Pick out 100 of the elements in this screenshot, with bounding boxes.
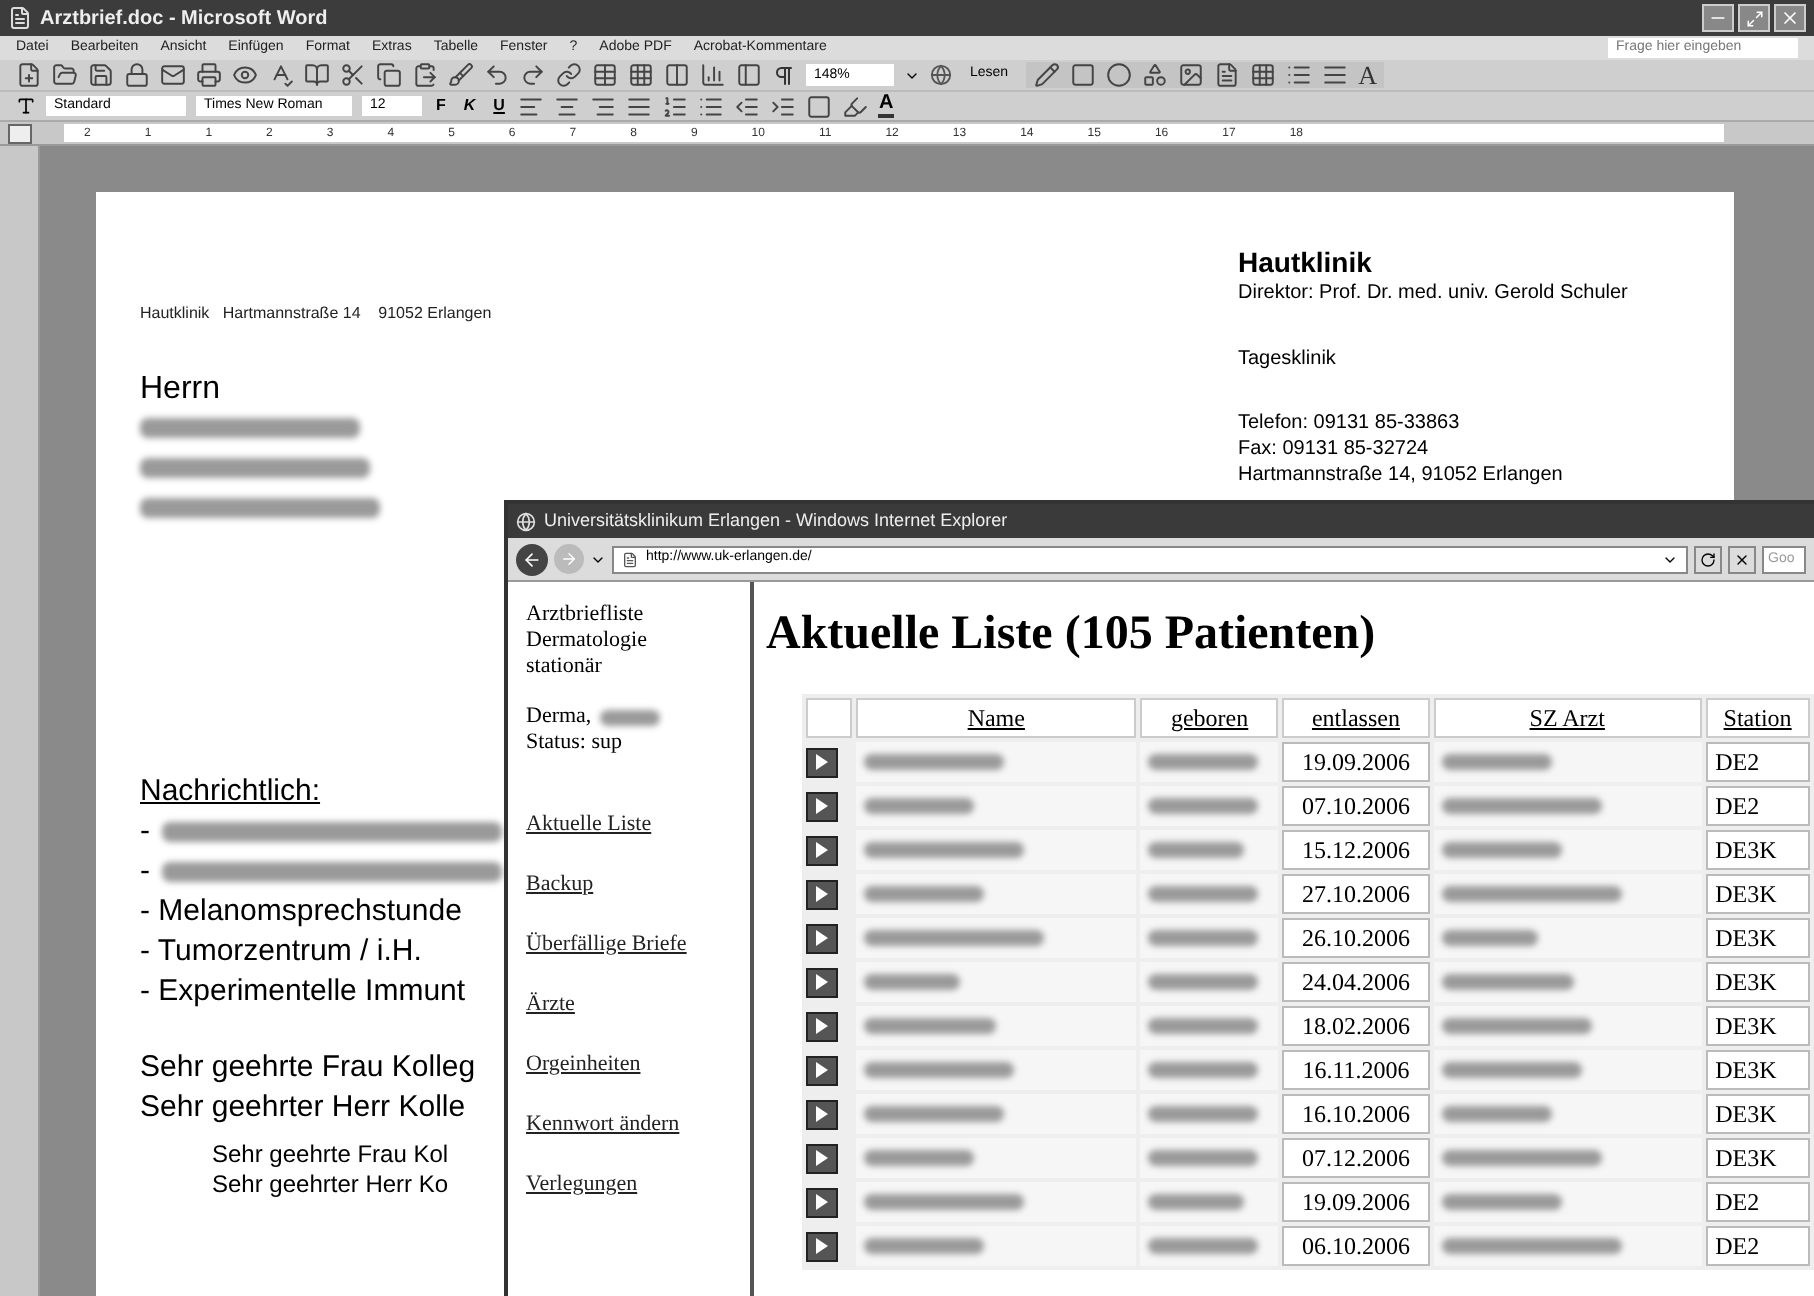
save-icon[interactable] [88, 62, 114, 88]
play-triangle-icon [816, 886, 828, 902]
word-document-icon [8, 6, 32, 30]
border-icon[interactable] [806, 93, 833, 119]
contact-line: Telefon: 09131 85-33863 [1238, 410, 1462, 436]
back-button[interactable] [516, 543, 548, 575]
mail-icon[interactable] [160, 62, 186, 88]
justify-icon[interactable] [626, 93, 653, 119]
tab-selector-icon[interactable] [8, 123, 32, 143]
sidebar-link[interactable]: Verlegungen [526, 1172, 750, 1198]
sidebar-link[interactable]: Ärzte [526, 992, 750, 1018]
copy-icon[interactable] [376, 62, 402, 88]
underline-button[interactable]: U [489, 94, 509, 118]
table-icon[interactable] [592, 62, 618, 88]
columns-icon[interactable] [664, 62, 690, 88]
circle-icon[interactable] [1106, 62, 1133, 88]
align-center-icon[interactable] [554, 93, 581, 119]
table-cell: DE3K [1705, 1006, 1810, 1046]
spellcheck-icon[interactable] [268, 62, 294, 88]
sidebar-link[interactable]: Aktuelle Liste [526, 812, 750, 838]
table-cell: DE3K [1705, 962, 1810, 1002]
pencil-icon[interactable] [1034, 62, 1061, 88]
chart-icon[interactable] [700, 62, 726, 88]
list-dash: - [140, 851, 150, 892]
table-cell: DE2 [1705, 1182, 1810, 1222]
forward-arrow-icon [560, 550, 578, 568]
play-triangle-icon [816, 798, 828, 814]
close-icon [1780, 8, 1800, 28]
lock-icon[interactable] [124, 62, 150, 88]
table-cell: DE3K [1705, 1050, 1810, 1090]
lines-icon[interactable] [1322, 62, 1349, 88]
grid-icon[interactable] [628, 62, 654, 88]
grid-icon[interactable] [1250, 62, 1277, 88]
italic-button[interactable]: K [459, 94, 480, 118]
blurred-text [1148, 886, 1259, 902]
indent-icon[interactable] [770, 93, 797, 119]
minimize-button[interactable] [1702, 4, 1734, 32]
sidebar-link[interactable]: Kennwort ändern [526, 1112, 750, 1138]
table-cell: DE3K [1705, 874, 1810, 914]
print-icon[interactable] [196, 62, 222, 88]
blurred-text [864, 974, 961, 990]
open-row-button[interactable] [806, 1143, 838, 1173]
blurred-text [1441, 1106, 1552, 1122]
play-triangle-icon [816, 1018, 828, 1034]
link-icon[interactable] [556, 62, 582, 88]
browser-icon [516, 511, 536, 531]
open-row-button[interactable] [806, 1099, 838, 1129]
greeting-line: Sehr geehrter Herr Kolle [140, 1088, 468, 1128]
open-row-button[interactable] [806, 1011, 838, 1041]
maximize-button[interactable] [1738, 4, 1770, 32]
open-row-button[interactable] [806, 835, 838, 865]
sidebar-link[interactable]: Orgeinheiten [526, 1052, 750, 1078]
blurred-text [864, 1150, 975, 1166]
refresh-button[interactable] [1694, 545, 1722, 573]
new-file-icon[interactable] [16, 62, 42, 88]
panel-icon[interactable] [736, 62, 762, 88]
folder-icon[interactable] [52, 62, 78, 88]
open-row-button[interactable] [806, 747, 838, 777]
highlighter-icon[interactable] [842, 93, 869, 119]
column-header-link[interactable]: Name [967, 704, 1025, 732]
blurred-text [864, 798, 975, 814]
open-row-button[interactable] [806, 967, 838, 997]
redo-icon[interactable] [520, 62, 546, 88]
table-cell: 07.10.2006 [1282, 786, 1430, 826]
stop-button[interactable] [1728, 545, 1756, 573]
document-icon[interactable] [1214, 62, 1241, 88]
open-row-button[interactable] [806, 1187, 838, 1217]
open-row-button[interactable] [806, 879, 838, 909]
book-icon[interactable] [304, 62, 330, 88]
undo-icon[interactable] [484, 62, 510, 88]
open-row-button[interactable] [806, 1231, 838, 1261]
numbered-list-icon[interactable] [662, 93, 689, 119]
refresh-icon [1700, 551, 1716, 567]
table-cell: 15.12.2006 [1282, 830, 1430, 870]
align-left-icon[interactable] [518, 93, 545, 119]
open-row-button[interactable] [806, 1055, 838, 1085]
outdent-icon[interactable] [734, 93, 761, 119]
text-tool-button[interactable]: A [1358, 62, 1377, 88]
sidebar-link[interactable]: Überfällige Briefe [526, 932, 750, 958]
pilcrow-icon[interactable] [772, 63, 796, 87]
sidebar-link[interactable]: Backup [526, 872, 750, 898]
open-row-button[interactable] [806, 791, 838, 821]
image-icon[interactable] [1178, 62, 1205, 88]
table-cell: 19.09.2006 [1282, 742, 1430, 782]
blurred-text [1148, 1018, 1259, 1034]
paste-icon[interactable] [412, 62, 438, 88]
shapes-icon[interactable] [1142, 62, 1169, 88]
preview-icon[interactable] [232, 62, 258, 88]
brush-icon[interactable] [448, 62, 474, 88]
clinic-name: Hautklinik [1238, 246, 1374, 278]
column-header-link[interactable]: SZ Arzt [1529, 704, 1605, 732]
font-color-button[interactable]: A [878, 94, 894, 118]
close-button[interactable] [1774, 4, 1806, 32]
bold-button[interactable]: F [432, 94, 450, 118]
cut-icon[interactable] [340, 62, 366, 88]
rectangle-icon[interactable] [1070, 62, 1097, 88]
open-row-button[interactable] [806, 923, 838, 953]
align-right-icon[interactable] [590, 93, 617, 119]
globe-icon[interactable] [930, 64, 952, 86]
blurred-text [864, 886, 985, 902]
